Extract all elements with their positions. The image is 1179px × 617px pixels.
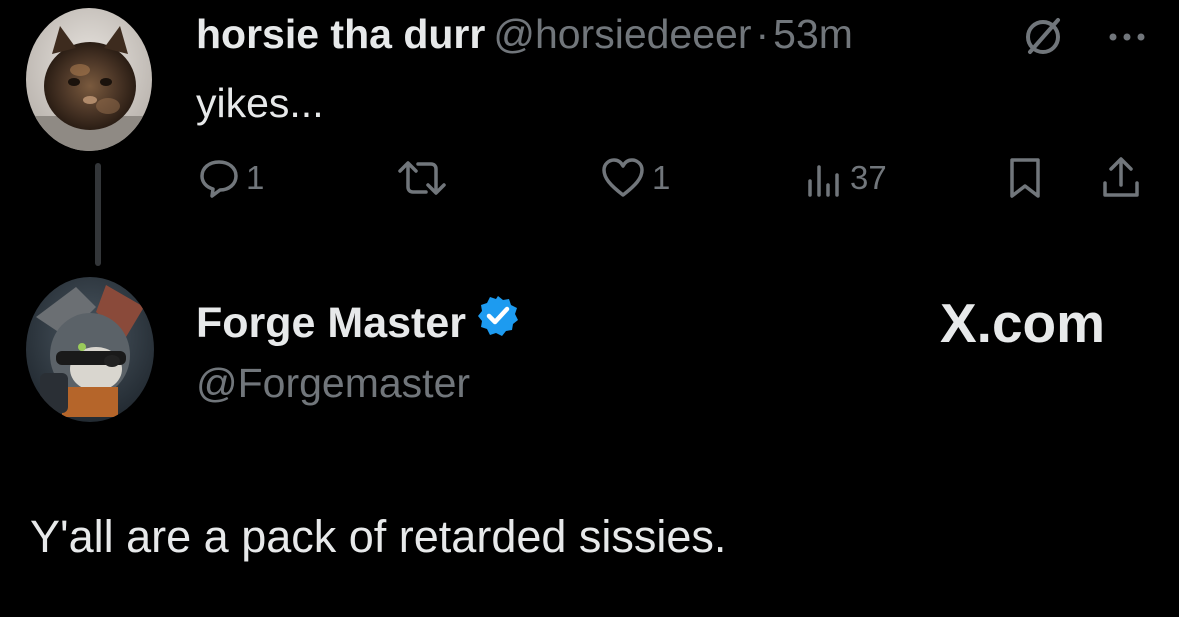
retweet-icon bbox=[398, 161, 446, 195]
verified-badge-icon bbox=[476, 294, 520, 351]
tweet-header: horsie tha durr @horsiedeeer·53m bbox=[196, 8, 853, 60]
views-chart-icon bbox=[808, 165, 839, 197]
views-count: 37 bbox=[850, 159, 887, 196]
share-button[interactable] bbox=[1098, 150, 1144, 206]
forge-master-avatar[interactable] bbox=[26, 277, 154, 422]
kitten-avatar[interactable] bbox=[26, 8, 152, 151]
like-button[interactable]: 1 bbox=[600, 150, 670, 206]
grok-icon[interactable] bbox=[1020, 14, 1066, 60]
tweet-action-bar: 1 1 37 bbox=[0, 150, 1179, 206]
views-button[interactable]: 37 bbox=[804, 150, 887, 206]
quoted-post-text: Y'all are a pack of retarded sissies. bbox=[30, 511, 727, 562]
reply-count: 1 bbox=[246, 159, 265, 196]
bookmark-button[interactable] bbox=[1005, 150, 1045, 206]
tweet-top-actions bbox=[1020, 14, 1150, 60]
quoted-author-name-row: Forge Master bbox=[196, 294, 520, 351]
author-handle[interactable]: @horsiedeeer bbox=[493, 11, 751, 57]
reply-button[interactable]: 1 bbox=[198, 150, 264, 206]
tweet-time[interactable]: 53m bbox=[773, 11, 853, 57]
quoted-author-display-name[interactable]: Forge Master bbox=[196, 296, 466, 350]
more-options-icon[interactable] bbox=[1104, 14, 1150, 60]
time-separator: · bbox=[755, 11, 770, 57]
quoted-author-handle[interactable]: @Forgemaster bbox=[196, 356, 470, 410]
retweet-button[interactable] bbox=[394, 150, 456, 206]
like-count: 1 bbox=[652, 159, 671, 196]
kitten-avatar-image bbox=[26, 8, 152, 151]
heart-icon bbox=[602, 158, 644, 197]
author-display-name[interactable]: horsie tha durr bbox=[196, 11, 485, 57]
tweet-text: yikes... bbox=[196, 80, 324, 126]
bookmark-icon bbox=[1010, 158, 1040, 198]
x-logo-text: X.com bbox=[940, 292, 1106, 354]
share-icon bbox=[1103, 157, 1139, 197]
x-com-brand: X.com bbox=[940, 290, 1105, 356]
forge-master-avatar-image bbox=[26, 277, 154, 422]
reply-icon bbox=[200, 160, 238, 198]
